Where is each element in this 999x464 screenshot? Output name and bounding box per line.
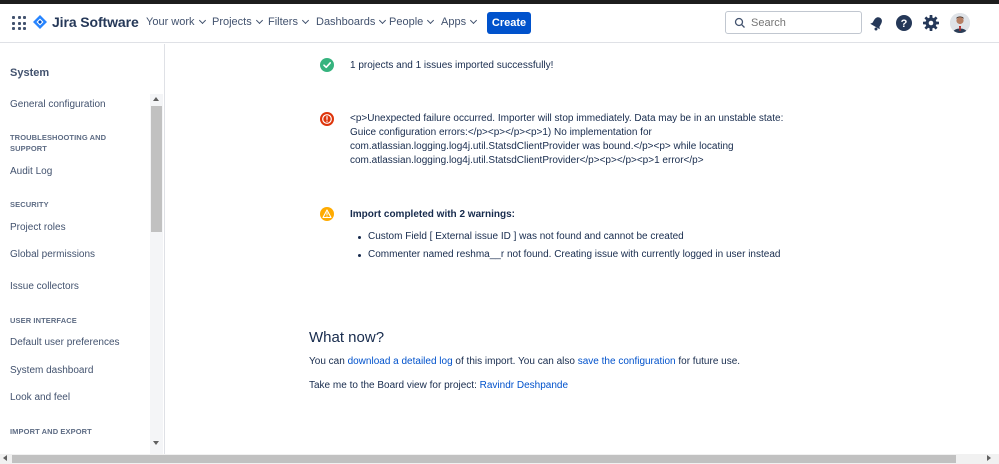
- import-results-panel: 1 projects and 1 issues imported success…: [166, 44, 999, 454]
- project-board-link[interactable]: Ravindr Deshpande: [480, 380, 568, 391]
- what-now-paragraph: You can download a detailed log of this …: [309, 356, 740, 367]
- sidebar-item-default-user-preferences[interactable]: Default user preferences: [10, 337, 120, 348]
- nav-filters[interactable]: Filters: [268, 16, 309, 28]
- sidebar-item-system-dashboard[interactable]: System dashboard: [10, 365, 93, 376]
- help-icon[interactable]: ?: [895, 14, 913, 32]
- nav-your-work-label: Your work: [146, 16, 195, 28]
- what-now-text: You can: [309, 356, 348, 367]
- nav-projects-label: Projects: [212, 16, 252, 28]
- sidebar-item-audit-log[interactable]: Audit Log: [10, 166, 52, 177]
- warning-item: Commenter named reshma__r not found. Cre…: [357, 249, 781, 260]
- error-message: <p>Unexpected failure occurred. Importer…: [350, 113, 784, 166]
- brand-name: Jira Software: [52, 14, 139, 30]
- scroll-up-icon[interactable]: [153, 97, 159, 101]
- nav-your-work[interactable]: Your work: [146, 16, 206, 28]
- sidebar-item-issue-collectors[interactable]: Issue collectors: [10, 281, 79, 292]
- chevron-down-icon: [427, 16, 435, 25]
- success-icon: [320, 58, 334, 72]
- sidebar-item-look-and-feel[interactable]: Look and feel: [10, 392, 70, 403]
- chevron-down-icon: [255, 16, 263, 25]
- error-icon: [320, 112, 334, 126]
- chevron-down-icon: [470, 16, 478, 25]
- nav-filters-label: Filters: [268, 16, 298, 28]
- success-message: 1 projects and 1 issues imported success…: [350, 60, 554, 71]
- what-now-text: of this import. You can also: [452, 356, 578, 367]
- search-input[interactable]: [751, 16, 851, 29]
- settings-icon[interactable]: [922, 14, 940, 32]
- admin-sidebar: System General configuration TROUBLESHOO…: [0, 44, 165, 454]
- jira-logo-icon: [33, 15, 47, 29]
- nav-dashboards-label: Dashboards: [316, 16, 376, 28]
- scroll-left-icon[interactable]: [3, 455, 7, 461]
- scroll-down-icon[interactable]: [153, 441, 159, 445]
- what-now-text: for future use.: [675, 356, 741, 367]
- nav-people-label: People: [389, 16, 424, 28]
- warning-icon: [320, 207, 334, 221]
- svg-text:?: ?: [901, 18, 908, 30]
- sidebar-item-general-configuration[interactable]: General configuration: [10, 99, 106, 110]
- warning-item: Custom Field [ External issue ID ] was n…: [358, 231, 684, 242]
- what-now-heading: What now?: [309, 329, 385, 346]
- board-view-text: Take me to the Board view for project:: [309, 380, 480, 391]
- notifications-icon[interactable]: [868, 14, 886, 32]
- chevron-down-icon: [379, 16, 387, 25]
- chevron-down-icon: [198, 16, 206, 25]
- download-log-link[interactable]: download a detailed log: [348, 356, 453, 367]
- board-view-paragraph: Take me to the Board view for project: R…: [309, 380, 568, 391]
- top-navigation: Jira Software Your work Projects Filters…: [0, 4, 999, 43]
- sidebar-heading-security: SECURITY: [10, 200, 49, 209]
- avatar-image: [950, 13, 970, 33]
- save-configuration-link[interactable]: save the configuration: [578, 356, 676, 367]
- jira-logo[interactable]: Jira Software: [33, 14, 139, 30]
- nav-dashboards[interactable]: Dashboards: [316, 16, 387, 28]
- create-button[interactable]: Create: [487, 12, 531, 34]
- nav-projects[interactable]: Projects: [212, 16, 263, 28]
- chevron-down-icon: [301, 16, 309, 25]
- horizontal-scrollbar-thumb[interactable]: [12, 455, 956, 463]
- user-avatar[interactable]: [950, 13, 970, 33]
- sidebar-heading-user-interface: USER INTERFACE: [10, 316, 77, 325]
- sidebar-item-global-permissions[interactable]: Global permissions: [10, 249, 95, 260]
- warning-title: Import completed with 2 warnings:: [350, 209, 516, 220]
- scroll-right-icon[interactable]: [987, 455, 991, 461]
- nav-apps[interactable]: Apps: [441, 16, 478, 28]
- nav-people[interactable]: People: [389, 16, 435, 28]
- sidebar-heading-import-export: IMPORT AND EXPORT: [10, 427, 92, 436]
- sidebar-item-project-roles[interactable]: Project roles: [10, 222, 66, 233]
- sidebar-heading-troubleshooting: TROUBLESHOOTING AND SUPPORT: [10, 133, 107, 153]
- sidebar-scrollbar-thumb[interactable]: [151, 106, 162, 232]
- search-icon: [734, 17, 745, 28]
- search-box[interactable]: [725, 11, 862, 34]
- nav-apps-label: Apps: [441, 16, 467, 28]
- sidebar-title: System: [10, 67, 50, 79]
- app-switcher-icon[interactable]: [12, 16, 26, 30]
